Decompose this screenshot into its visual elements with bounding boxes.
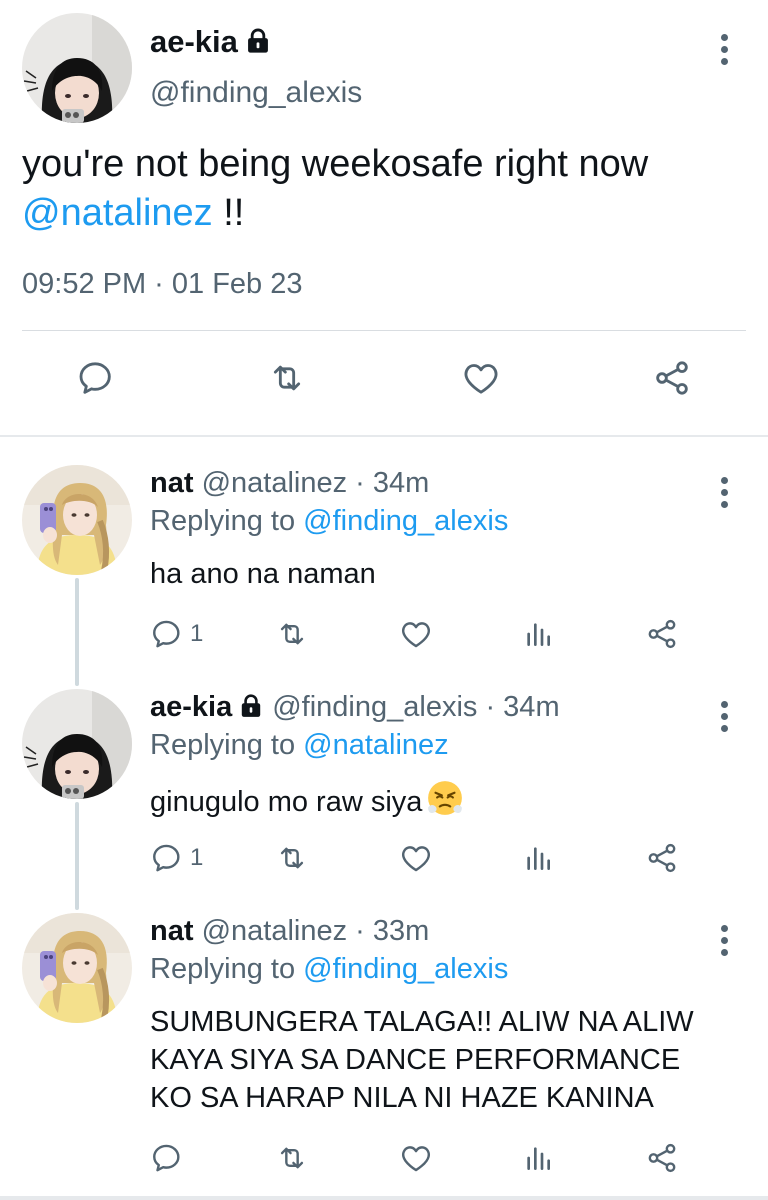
share-icon [645, 617, 679, 651]
reply-count: 1 [190, 844, 204, 871]
tweet-actions [0, 358, 768, 408]
reply-tweet[interactable]: nat @natalinez · 33m Replying to @findin… [0, 913, 768, 1193]
main-tweet: ae-kia @finding_alexis you're not being … [0, 0, 768, 436]
avatar[interactable] [22, 13, 132, 123]
reply-header: nat @natalinez · 33m [150, 915, 429, 948]
display-name[interactable]: nat [150, 915, 194, 947]
share-button[interactable] [652, 358, 692, 398]
reply-icon [76, 358, 116, 398]
like-button[interactable] [398, 617, 434, 651]
reply-actions: 1 [0, 617, 768, 657]
retweet-button[interactable] [273, 617, 311, 651]
more-icon[interactable] [719, 925, 729, 959]
tweet-timestamp[interactable]: 09:52 PM · 01 Feb 23 [22, 268, 303, 301]
display-name[interactable]: ae-kia [150, 691, 232, 723]
reply-count: 1 [190, 620, 204, 647]
divider [22, 330, 746, 331]
retweet-button[interactable] [273, 1141, 311, 1175]
username[interactable]: @finding_alexis [272, 691, 477, 723]
lock-icon [238, 693, 264, 719]
like-icon [398, 1141, 434, 1175]
reply-button[interactable]: 1 [150, 841, 203, 875]
reply-icon [150, 617, 184, 651]
reply-time[interactable]: · 33m [355, 915, 429, 947]
like-button[interactable] [398, 841, 434, 875]
divider [0, 1196, 768, 1200]
reply-header: ae-kia @finding_alexis · 34m [150, 691, 560, 724]
reply-button[interactable]: 1 [150, 617, 203, 651]
retweet-button[interactable] [265, 358, 309, 398]
divider [0, 435, 768, 437]
analytics-button[interactable] [522, 617, 554, 651]
analytics-button[interactable] [522, 841, 554, 875]
share-button[interactable] [645, 841, 679, 875]
reply-actions [0, 1141, 768, 1181]
like-button[interactable] [398, 1141, 434, 1175]
retweet-icon [265, 358, 309, 398]
mention-link[interactable]: @finding_alexis [303, 505, 508, 537]
reply-text: SUMBUNGERA TALAGA!! ALIW NA ALIW KAYA SI… [150, 1006, 694, 1114]
share-icon [652, 358, 692, 398]
like-icon [460, 358, 502, 398]
replying-to: Replying to @finding_alexis [150, 953, 509, 985]
analytics-icon [522, 617, 554, 651]
reply-time[interactable]: · 34m [485, 691, 559, 723]
like-button[interactable] [460, 358, 502, 398]
reply-time[interactable]: · 34m [355, 467, 429, 499]
reply-tweet[interactable]: ae-kia @finding_alexis · 34m Replying to … [0, 689, 768, 904]
analytics-icon [522, 1141, 554, 1175]
tweet-text: you're not being weekosafe right now @na… [22, 143, 649, 234]
retweet-icon [273, 617, 311, 651]
analytics-button[interactable] [522, 1141, 554, 1175]
username[interactable]: @finding_alexis [150, 76, 362, 110]
mention-link[interactable]: @natalinez [303, 729, 449, 761]
reply-text: ginugulo mo raw siya [150, 779, 750, 821]
reply-header: nat @natalinez · 34m [150, 467, 429, 500]
mention-link[interactable]: @finding_alexis [303, 953, 508, 985]
share-icon [645, 841, 679, 875]
display-name[interactable]: ae-kia [150, 24, 272, 60]
username[interactable]: @natalinez [202, 467, 348, 499]
avatar[interactable] [22, 465, 132, 575]
reply-button[interactable] [76, 358, 116, 398]
retweet-button[interactable] [273, 841, 311, 875]
like-icon [398, 841, 434, 875]
share-icon [645, 1141, 679, 1175]
share-button[interactable] [645, 1141, 679, 1175]
lock-icon [244, 27, 272, 55]
retweet-icon [273, 1141, 311, 1175]
reply-button[interactable] [150, 1141, 190, 1175]
more-icon[interactable] [719, 34, 729, 68]
reply-text: ha ano na naman [150, 558, 376, 590]
replying-to: Replying to @finding_alexis [150, 505, 509, 537]
display-name[interactable]: nat [150, 467, 194, 499]
more-icon[interactable] [719, 477, 729, 511]
reply-icon [150, 1141, 184, 1175]
mention-link[interactable]: @natalinez [22, 192, 213, 234]
retweet-icon [273, 841, 311, 875]
replying-to: Replying to @natalinez [150, 729, 449, 761]
username[interactable]: @natalinez [202, 915, 348, 947]
reply-icon [150, 841, 184, 875]
like-icon [398, 617, 434, 651]
reply-actions: 1 [0, 841, 768, 881]
share-button[interactable] [645, 617, 679, 651]
analytics-icon [522, 841, 554, 875]
reply-tweet[interactable]: nat @natalinez · 34m Replying to @findin… [0, 465, 768, 680]
avatar[interactable] [22, 913, 132, 1023]
avatar[interactable] [22, 689, 132, 799]
face-with-steam-from-nose-emoji-icon [428, 781, 463, 815]
more-icon[interactable] [719, 701, 729, 735]
